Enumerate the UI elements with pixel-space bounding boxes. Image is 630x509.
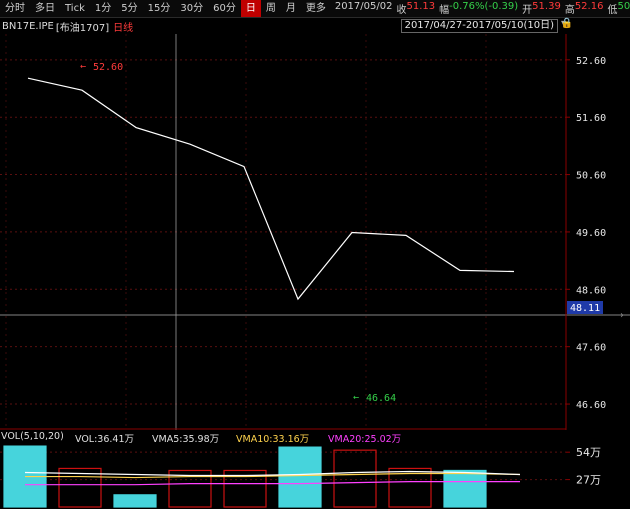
vol-legend-vma20: VMA20:25.02万 [328, 434, 402, 445]
vma10-line [25, 472, 521, 479]
y-tick-label: 48.60 [576, 285, 606, 296]
y-tick-label: 51.60 [576, 113, 606, 124]
vma20-line [25, 481, 520, 486]
current-price-value: 48.11 [570, 303, 600, 314]
vma5-line [24, 470, 521, 477]
max-arrow: ← [80, 61, 86, 72]
y-tick-label: 46.60 [576, 400, 606, 411]
volume-bar [168, 469, 212, 508]
y-tick-label: 49.60 [576, 228, 606, 239]
vol-legend-title: VOL(5,10,20) [1, 431, 64, 442]
volume-bar [333, 449, 377, 508]
y-tick-label: 47.60 [576, 343, 606, 354]
current-price-tag: 48.11 [567, 301, 603, 314]
y-tick-label: 52.60 [576, 56, 606, 67]
volume-bar [3, 445, 47, 508]
price-chart[interactable]: 52.60 51.60 50.60 49.60 48.60 47.60 46.60 ← 52… [0, 0, 630, 430]
volume-bar [223, 469, 267, 508]
vol-legend-vol: VOL:36.41万 [75, 434, 134, 445]
volume-bar [278, 446, 322, 508]
volume-legend: VOL(5,10,20) VOL:36.41万 VMA5:35.98万 VMA1… [0, 431, 560, 445]
vol-legend-vma5: VMA5:35.98万 [152, 434, 220, 445]
volume-bar [443, 469, 487, 508]
volume-bar [113, 494, 157, 508]
vol-y-tick-label: 54万 [576, 446, 601, 459]
vol-legend-vma10: VMA10:33.16万 [236, 434, 310, 445]
min-arrow: ← [353, 392, 359, 403]
min-price-value: 46.64 [366, 393, 396, 404]
price-series-line [27, 77, 515, 301]
volume-bar [388, 467, 432, 508]
y-tick-label: 50.60 [576, 171, 606, 182]
scroll-right-arrow[interactable]: › [620, 310, 624, 321]
max-price-marker: ← 52.60 [80, 61, 123, 73]
max-price-value: 52.60 [93, 62, 123, 73]
vol-y-tick-label: 27万 [576, 474, 601, 487]
min-price-marker: ← 46.64 [353, 392, 396, 404]
volume-bar [58, 467, 102, 508]
